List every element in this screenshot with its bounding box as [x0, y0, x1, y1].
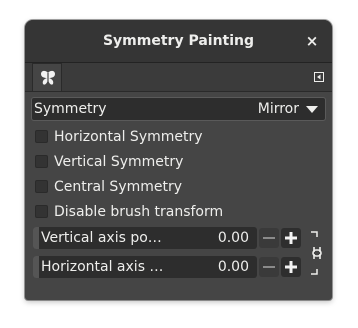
- minus-icon: [263, 237, 275, 239]
- horizontal-axis-label: Horizontal axis …: [41, 259, 164, 275]
- vertical-symmetry-label: Vertical Symmetry: [54, 154, 184, 170]
- butterfly-icon: [41, 70, 55, 85]
- horizontal-symmetry-label: Horizontal Symmetry: [54, 129, 203, 145]
- horizontal-axis-increment-button[interactable]: [281, 257, 301, 277]
- close-button[interactable]: ×: [302, 31, 322, 51]
- symmetry-painting-dialog: Symmetry Painting × Symmetry Mirror Hori…: [25, 20, 332, 300]
- chevron-down-icon: [306, 106, 318, 113]
- central-symmetry-label: Central Symmetry: [54, 179, 183, 195]
- horizontal-axis-value: 0.00: [217, 259, 249, 275]
- vertical-axis-value: 0.00: [217, 230, 249, 246]
- titlebar: Symmetry Painting ×: [25, 20, 332, 63]
- spinscale-grip[interactable]: [33, 227, 39, 249]
- plus-icon: [285, 261, 297, 273]
- vertical-axis-increment-button[interactable]: [281, 228, 301, 248]
- vertical-axis-position-spinscale[interactable]: Vertical axis po… 0.00: [33, 227, 257, 249]
- plus-icon: [285, 232, 297, 244]
- vertical-axis-label: Vertical axis po…: [41, 230, 162, 246]
- disable-brush-transform-label: Disable brush transform: [54, 204, 224, 220]
- disable-brush-transform-checkbox[interactable]: [35, 205, 48, 218]
- dialog-content: Symmetry Mirror Horizontal Symmetry Vert…: [25, 92, 332, 300]
- chain-link-icon[interactable]: [309, 230, 323, 276]
- symmetry-value: Mirror: [257, 101, 299, 117]
- spinscale-grip[interactable]: [33, 256, 39, 278]
- central-symmetry-checkbox[interactable]: [35, 180, 48, 193]
- minus-icon: [263, 266, 275, 268]
- horizontal-axis-decrement-button[interactable]: [259, 257, 279, 277]
- vertical-symmetry-checkbox[interactable]: [35, 155, 48, 168]
- symmetry-combo[interactable]: Symmetry Mirror: [31, 97, 326, 121]
- horizontal-symmetry-checkbox[interactable]: [35, 130, 48, 143]
- vertical-axis-decrement-button[interactable]: [259, 228, 279, 248]
- symmetry-label: Symmetry: [34, 101, 107, 117]
- dock-tabbar: [25, 63, 332, 92]
- tab-symmetry[interactable]: [32, 63, 62, 91]
- tab-menu-icon[interactable]: [314, 72, 324, 82]
- window-title: Symmetry Painting: [102, 33, 255, 49]
- horizontal-axis-position-spinscale[interactable]: Horizontal axis … 0.00: [33, 256, 257, 278]
